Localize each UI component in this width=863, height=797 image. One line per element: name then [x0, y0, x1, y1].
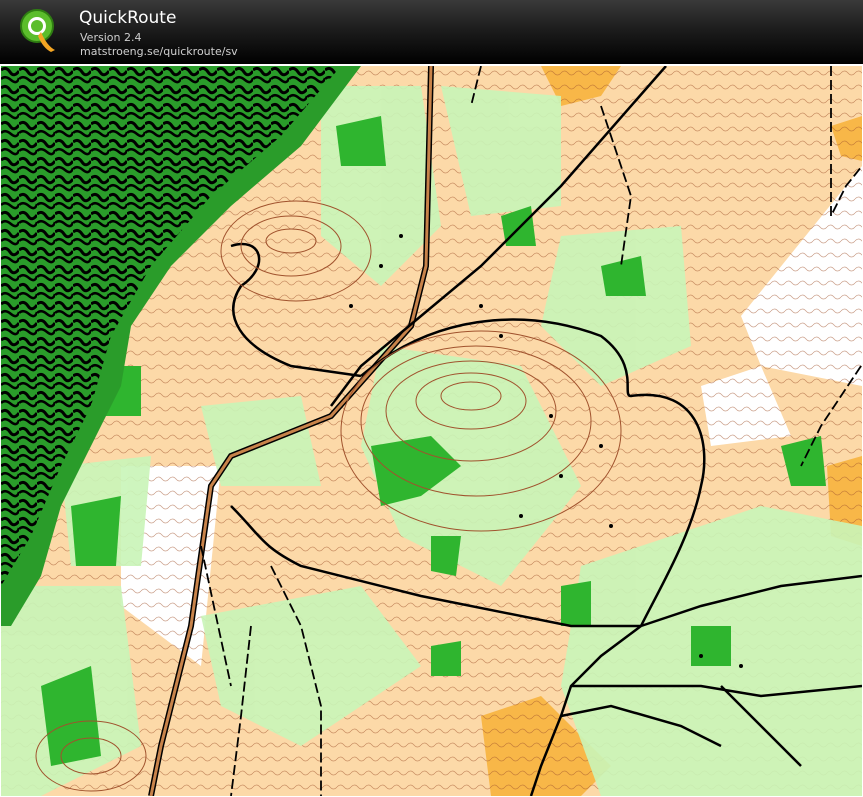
app-title: QuickRoute	[79, 8, 177, 28]
app-version: Version 2.4	[80, 31, 142, 44]
orienteering-map[interactable]	[1, 66, 862, 796]
quickroute-logo-icon	[20, 9, 55, 52]
app-url: matstroeng.se/quickroute/sv	[80, 45, 238, 58]
app-header: QuickRoute Version 2.4 matstroeng.se/qui…	[0, 0, 863, 64]
quickroute-window: QuickRoute Version 2.4 matstroeng.se/qui…	[0, 0, 863, 797]
